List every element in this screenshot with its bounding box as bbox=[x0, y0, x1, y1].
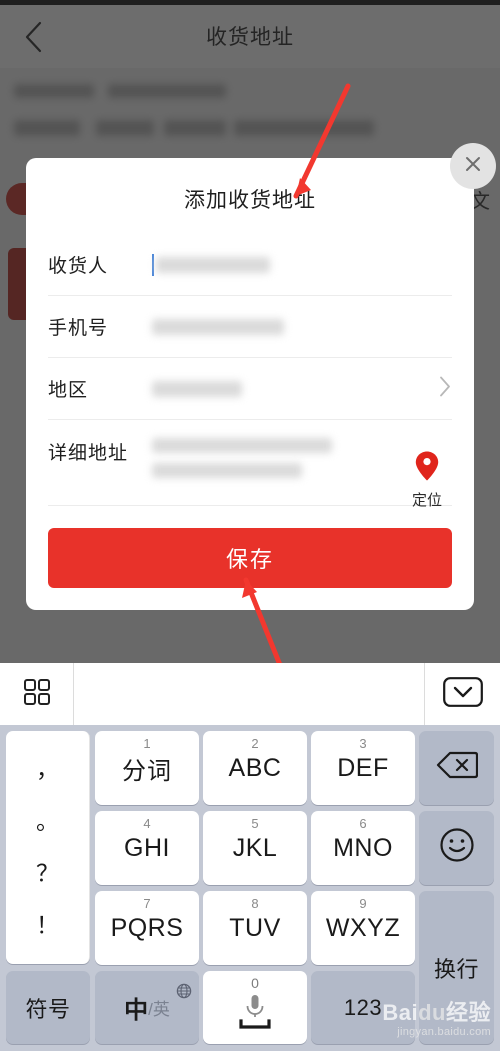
chevron-down-icon bbox=[442, 676, 483, 712]
dialog-title: 添加收货地址 bbox=[184, 189, 316, 212]
key-label: DEF bbox=[337, 753, 389, 782]
punctuation-key[interactable]: ， 。 ？ ！ bbox=[6, 731, 90, 964]
key-2-abc[interactable]: 2 ABC bbox=[203, 731, 307, 805]
chevron-right-icon bbox=[438, 374, 452, 403]
key-8-tuv[interactable]: 8 TUV bbox=[203, 891, 307, 965]
key-label: 符号 bbox=[25, 996, 71, 1022]
emoji-key[interactable] bbox=[419, 811, 494, 885]
key-number: 4 bbox=[143, 816, 151, 831]
phone-input[interactable] bbox=[152, 296, 452, 357]
phone-screenshot: 收货地址 文 添加收货地址 收货人 bbox=[0, 0, 500, 1051]
redacted-value bbox=[152, 438, 332, 453]
t9-keyboard: ， 。 ？ ！ 1 分词 2 ABC 3 DEF 4 GHI 5 JKL 6 M… bbox=[0, 725, 500, 1051]
close-dialog-button[interactable] bbox=[450, 143, 496, 189]
key-number: 2 bbox=[251, 736, 259, 751]
punct-exclamation[interactable]: ！ bbox=[36, 914, 59, 937]
key-number: 5 bbox=[251, 816, 259, 831]
key-1-fenci[interactable]: 1 分词 bbox=[95, 731, 199, 805]
region-label: 地区 bbox=[48, 380, 89, 401]
key-label: TUV bbox=[229, 913, 281, 942]
globe-icon bbox=[176, 977, 192, 1006]
redacted-value bbox=[152, 463, 302, 478]
phone-label: 手机号 bbox=[48, 318, 109, 339]
redacted-value bbox=[156, 256, 270, 273]
key-label: 换行 bbox=[433, 956, 479, 982]
text-caret bbox=[152, 253, 154, 276]
key-number: 9 bbox=[359, 896, 367, 911]
form-row-region[interactable]: 地区 bbox=[48, 358, 452, 420]
key-number: 8 bbox=[251, 896, 259, 911]
key-6-mno[interactable]: 6 MNO bbox=[311, 811, 415, 885]
region-selector[interactable] bbox=[152, 358, 452, 419]
emoji-smiley-icon bbox=[439, 827, 475, 870]
keyboard-toolbar bbox=[0, 663, 500, 725]
redacted-value bbox=[152, 380, 242, 397]
language-sub-label: /英 bbox=[148, 1000, 170, 1019]
detail-address-label: 详细地址 bbox=[48, 443, 129, 464]
add-address-dialog: 添加收货地址 收货人 手机号 地区 详细地址 定位 保存 bbox=[26, 158, 474, 610]
locate-label: 定位 bbox=[411, 492, 442, 509]
key-label: MNO bbox=[333, 833, 393, 862]
key-4-ghi[interactable]: 4 GHI bbox=[95, 811, 199, 885]
address-form: 收货人 手机号 地区 详细地址 定位 bbox=[48, 234, 452, 509]
backspace-icon bbox=[436, 750, 478, 787]
key-3-def[interactable]: 3 DEF bbox=[311, 731, 415, 805]
punct-comma[interactable]: ， bbox=[36, 757, 59, 781]
status-bar-strip bbox=[0, 0, 500, 5]
hide-keyboard-button[interactable] bbox=[424, 663, 500, 725]
key-5-jkl[interactable]: 5 JKL bbox=[203, 811, 307, 885]
language-switch-key[interactable]: 中 /英 bbox=[95, 971, 199, 1044]
microphone-icon bbox=[232, 992, 278, 1039]
key-label: JKL bbox=[232, 833, 278, 862]
key-number: 7 bbox=[143, 896, 151, 911]
keyboard-apps-button[interactable] bbox=[0, 663, 74, 725]
backspace-key[interactable] bbox=[419, 731, 494, 805]
numeric-key[interactable]: 123 bbox=[311, 971, 415, 1044]
locate-button[interactable]: 定位 bbox=[400, 450, 454, 510]
location-pin-icon bbox=[414, 450, 440, 487]
key-9-wxyz[interactable]: 9 WXYZ bbox=[311, 891, 415, 965]
key-number: 3 bbox=[359, 736, 367, 751]
symbols-key[interactable]: 符号 bbox=[6, 971, 90, 1044]
language-main-label: 中 bbox=[124, 997, 149, 1024]
key-number: 6 bbox=[359, 816, 367, 831]
key-7-pqrs[interactable]: 7 PQRS bbox=[95, 891, 199, 965]
grid-apps-icon bbox=[22, 677, 52, 712]
detail-address-input[interactable]: 定位 bbox=[152, 438, 452, 509]
key-label: ABC bbox=[228, 753, 282, 782]
key-label: WXYZ bbox=[325, 913, 401, 942]
key-label: GHI bbox=[124, 833, 170, 862]
key-number: 1 bbox=[143, 736, 151, 751]
punct-question[interactable]: ？ bbox=[36, 862, 59, 885]
key-label: 分词 bbox=[122, 757, 172, 785]
key-number: 0 bbox=[251, 975, 259, 991]
enter-key[interactable]: 换行 bbox=[419, 891, 494, 1044]
form-row-detail-address[interactable]: 详细地址 定位 bbox=[48, 420, 452, 509]
close-icon bbox=[461, 152, 485, 181]
save-button[interactable]: 保存 bbox=[48, 528, 452, 588]
recipient-input[interactable] bbox=[152, 234, 452, 295]
key-label: 123 bbox=[343, 994, 383, 1020]
keyboard-toolbar-spacer bbox=[74, 663, 424, 725]
space-key[interactable]: 0 bbox=[203, 971, 307, 1044]
form-row-phone[interactable]: 手机号 bbox=[48, 296, 452, 358]
form-row-recipient[interactable]: 收货人 bbox=[48, 234, 452, 296]
punct-period[interactable]: 。 bbox=[36, 809, 59, 833]
redacted-value bbox=[152, 318, 284, 335]
recipient-label: 收货人 bbox=[48, 256, 109, 277]
key-label: PQRS bbox=[110, 913, 184, 942]
